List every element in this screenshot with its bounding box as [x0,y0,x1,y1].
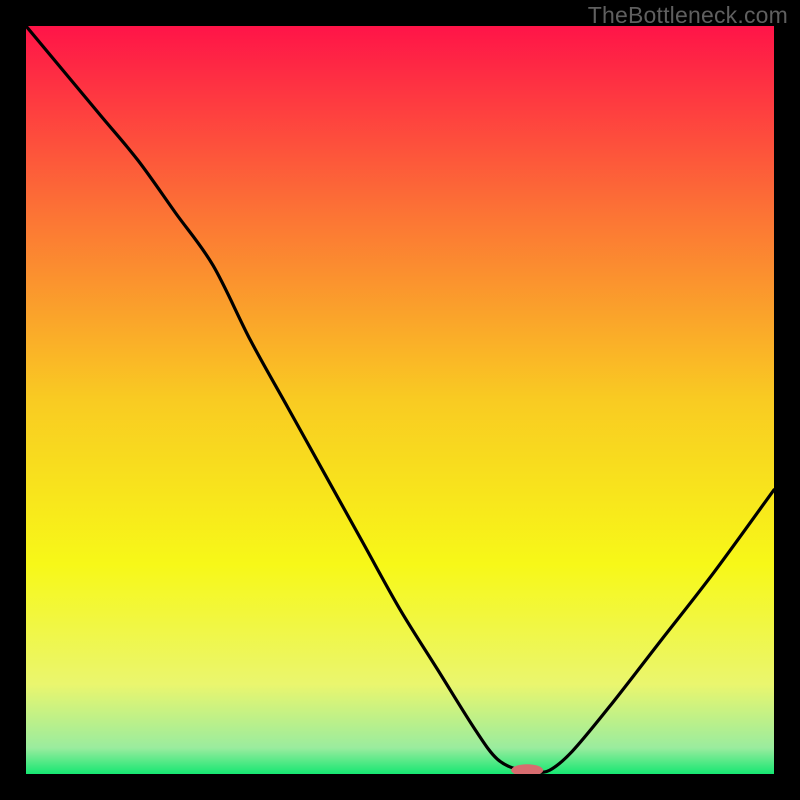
chart-frame: TheBottleneck.com [0,0,800,800]
watermark-text: TheBottleneck.com [588,2,788,29]
gradient-background [26,26,774,774]
chart-svg [26,26,774,774]
plot-area [26,26,774,774]
